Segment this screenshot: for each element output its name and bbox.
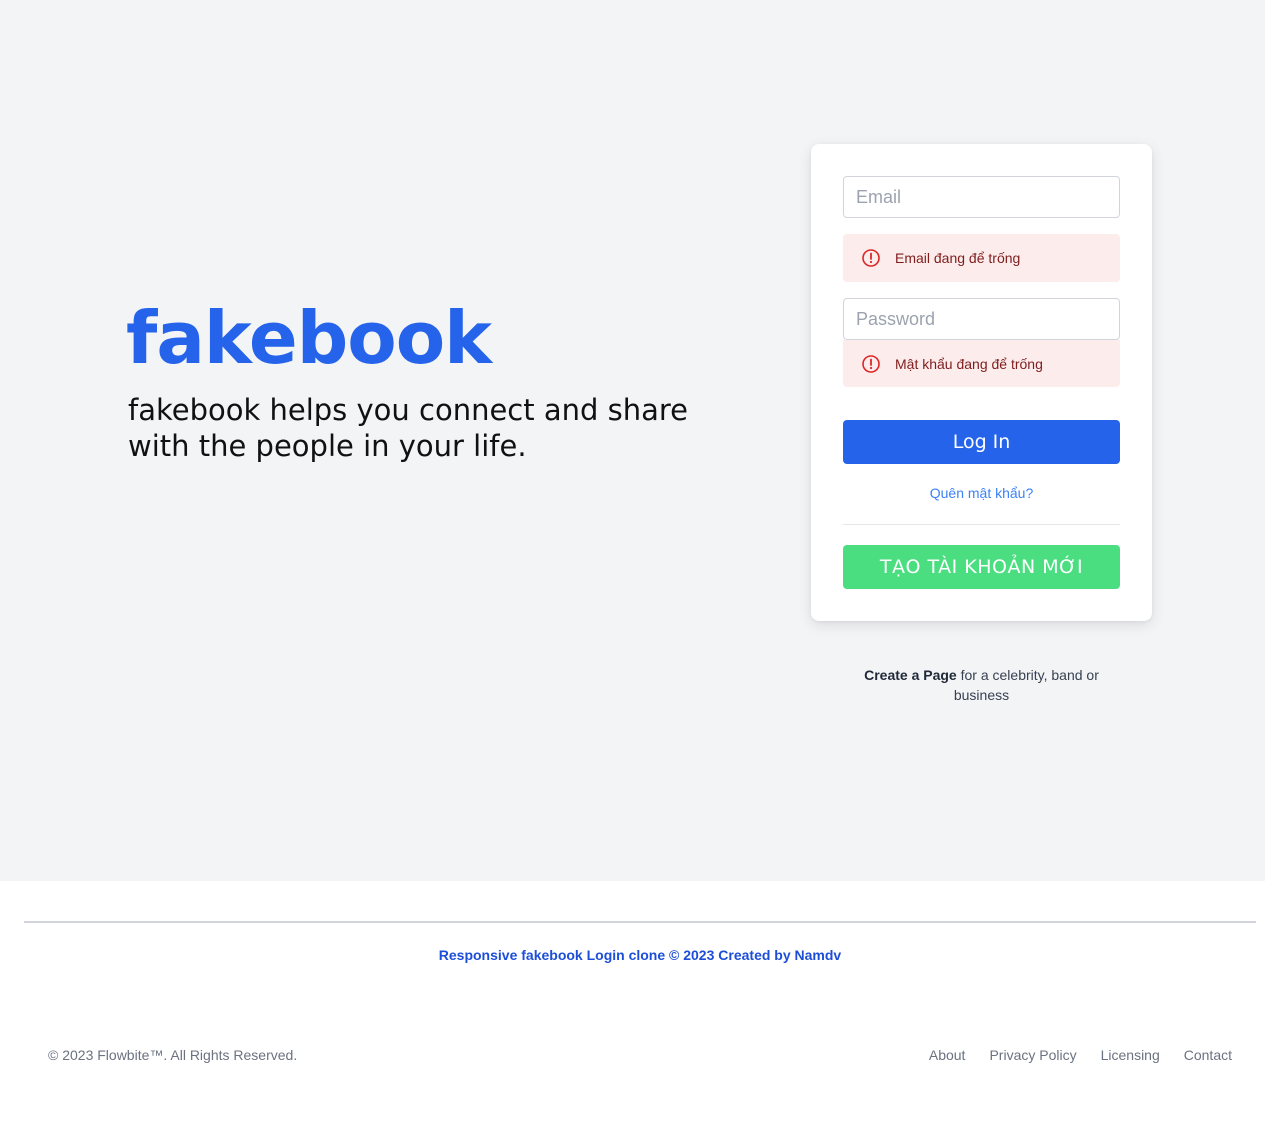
create-page-text: Create a Page for a celebrity, band or b… bbox=[843, 665, 1120, 705]
brand-logo: fakebook bbox=[126, 296, 492, 380]
password-error-text: Mật khẩu đang để trống bbox=[895, 355, 1043, 372]
login-card: Email đang để trống Mật khẩu đang để trố… bbox=[811, 144, 1152, 621]
footer-link-about[interactable]: About bbox=[929, 1047, 966, 1063]
email-error-text: Email đang để trống bbox=[895, 250, 1021, 266]
footer-links: About Privacy Policy Licensing Contact bbox=[929, 1047, 1232, 1063]
footer-divider bbox=[24, 921, 1256, 923]
exclamation-circle-icon bbox=[861, 354, 881, 374]
login-button[interactable]: Log In bbox=[843, 420, 1120, 464]
tagline: fakebook helps you connect and share wit… bbox=[128, 393, 688, 463]
credit-text: Responsive fakebook Login clone © 2023 C… bbox=[438, 947, 842, 963]
exclamation-circle-icon bbox=[861, 248, 881, 268]
email-input[interactable] bbox=[843, 176, 1120, 218]
footer-link-privacy-policy[interactable]: Privacy Policy bbox=[989, 1047, 1076, 1063]
password-input[interactable] bbox=[843, 298, 1120, 340]
copyright-text: © 2023 Flowbite™. All Rights Reserved. bbox=[48, 1047, 298, 1063]
password-error-alert: Mật khẩu đang để trống bbox=[843, 340, 1120, 387]
email-error-alert: Email đang để trống bbox=[843, 234, 1120, 282]
create-page-link[interactable]: Create a Page bbox=[864, 667, 957, 683]
forgot-password-link[interactable]: Quên mật khẩu? bbox=[843, 485, 1120, 501]
create-account-button[interactable]: TẠO TÀI KHOẢN MỚI bbox=[843, 545, 1120, 589]
hero-section: fakebook fakebook helps you connect and … bbox=[0, 0, 1265, 881]
create-page-description: for a celebrity, band or business bbox=[953, 667, 1099, 703]
footer-link-contact[interactable]: Contact bbox=[1184, 1047, 1232, 1063]
footer-link-licensing[interactable]: Licensing bbox=[1101, 1047, 1160, 1063]
divider bbox=[843, 524, 1120, 525]
